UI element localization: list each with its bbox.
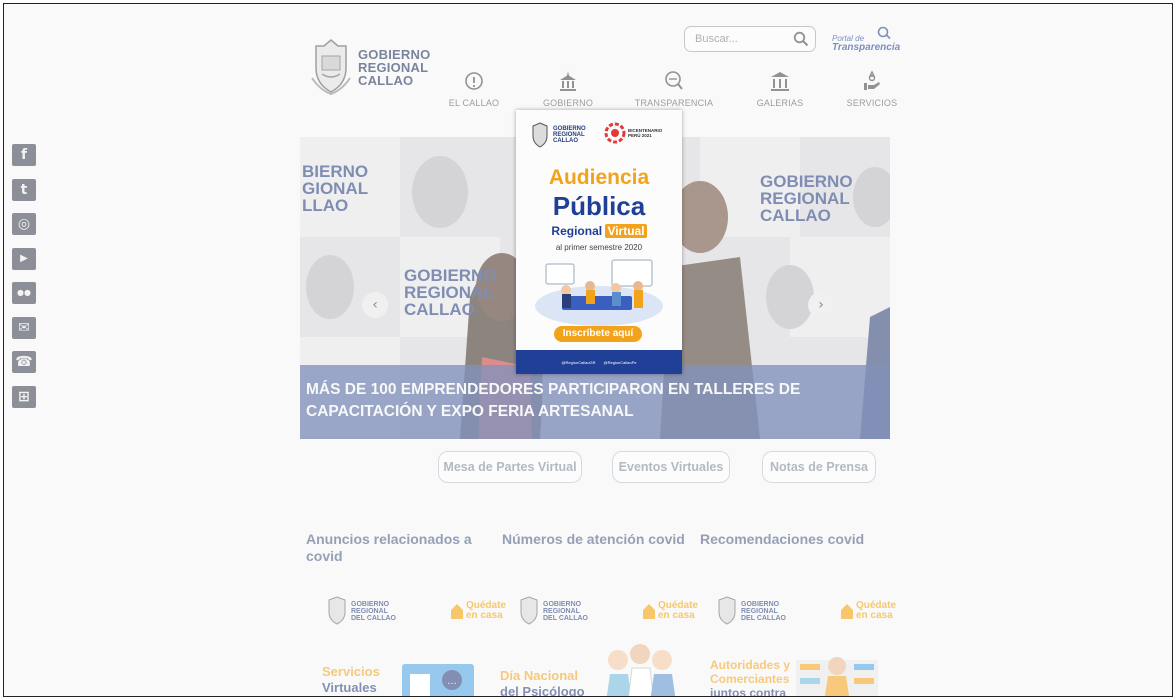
poster-subtitle: al primer semestre 2020	[555, 243, 643, 252]
poster-title-3: Regional Virtual	[551, 224, 647, 238]
inscribete-button[interactable]: Inscríbete aquí	[554, 326, 642, 342]
poster-header: GOBIERNO REGIONAL CALLAO BICENTENARIO PERÚ …	[516, 110, 682, 162]
poster-footer: @RegionCallaoGR @RegionCallaoPe	[516, 350, 682, 374]
bicentenario-logo-icon	[604, 122, 626, 144]
virtual-meeting-illustration	[535, 259, 663, 326]
poster-bicentenario-logo: BICENTENARIO PERÚ 2021	[604, 122, 662, 144]
poster-footer-left: @RegionCallaoGR	[561, 359, 596, 365]
poster-gobierno-logo: GOBIERNO REGIONAL CALLAO	[530, 122, 586, 148]
poster-title-1: Audiencia	[548, 166, 650, 189]
poster-title-2: Pública	[552, 191, 646, 221]
audiencia-publica-popup[interactable]: GOBIERNO REGIONAL CALLAO BICENTENARIO PERÚ …	[516, 110, 682, 374]
callao-shield-icon	[532, 122, 548, 148]
browser-viewport: GOBIERNO REGIONAL CALLAO Portal de Trans…	[3, 3, 1173, 697]
poster-footer-right: @RegionCallaoPe	[603, 359, 637, 365]
